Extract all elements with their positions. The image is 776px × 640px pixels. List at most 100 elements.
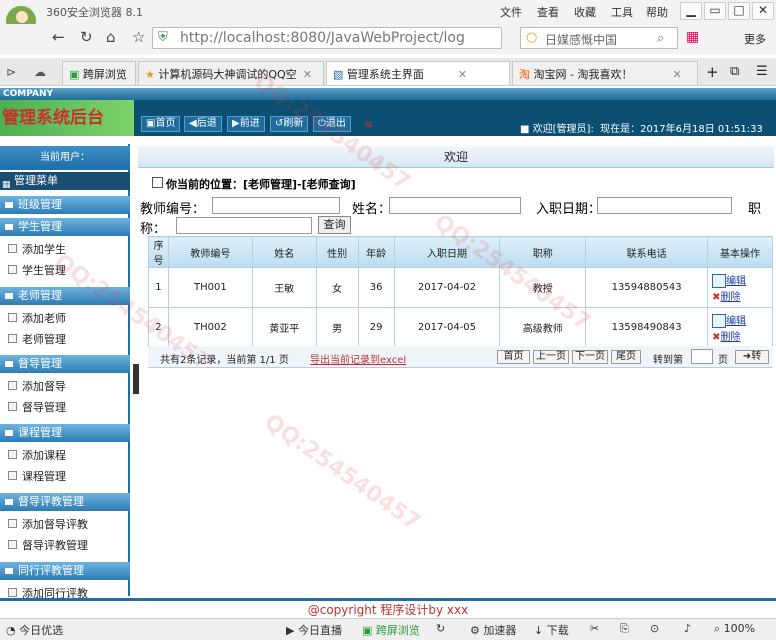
- go-button[interactable]: ➜转: [735, 350, 769, 364]
- delete-link[interactable]: 删除: [720, 292, 740, 303]
- cell: 29: [357, 307, 395, 348]
- pin-icon[interactable]: ⊙: [650, 622, 659, 635]
- first-page-button[interactable]: 首页: [497, 350, 530, 364]
- cross-screen-link[interactable]: ▣ 跨屏浏览: [362, 622, 420, 638]
- sidebar-item-teacher-manage[interactable]: 老师管理: [8, 331, 66, 347]
- screenshot-icon[interactable]: ✂: [590, 622, 599, 635]
- sidebar-item-add-supervisor-eval[interactable]: 添加督导评教: [8, 516, 88, 532]
- cell: 1: [148, 267, 169, 308]
- sidebar-item-student-manage[interactable]: 学生管理: [8, 262, 66, 278]
- home-button[interactable]: ▣首页: [141, 116, 181, 132]
- col-name: 姓名: [251, 236, 317, 268]
- sidebar-item-supervisor-eval-manage[interactable]: 督导评教管理: [8, 537, 88, 553]
- search-engine-icon[interactable]: ○: [526, 30, 537, 45]
- sound-icon[interactable]: ♪: [684, 622, 691, 635]
- browser-title: 360安全浏览器 8.1: [46, 6, 143, 19]
- table-row: 1 TH001 王敏 女 36 2017-04-02 教授 1359488054…: [148, 267, 773, 308]
- tab-cross-screen[interactable]: ▣ 跨屏浏览: [62, 61, 136, 85]
- daily-pick-link[interactable]: ◔ 今日优选: [6, 622, 63, 638]
- cell: 高级教师: [499, 307, 587, 348]
- sidebar-item-course-manage[interactable]: 课程管理: [8, 468, 66, 484]
- teacher-no-input[interactable]: [212, 197, 340, 214]
- logout-button[interactable]: ⏻退出: [313, 116, 351, 132]
- col-hire-date: 入职日期: [393, 236, 501, 268]
- sidebar-group-supervisor-eval[interactable]: 督导评教管理: [0, 493, 130, 511]
- page-number-input[interactable]: [691, 349, 713, 364]
- download-link[interactable]: ↓ 下载: [534, 622, 569, 638]
- search-icon[interactable]: ⌕: [657, 31, 664, 46]
- sidebar-item-supervisor-manage[interactable]: 督导管理: [8, 399, 66, 415]
- more-button[interactable]: 更多: [744, 31, 766, 47]
- table-header-row: 序号 教师编号 姓名 性别 年龄 入职日期 职称 联系电话 基本操作: [148, 236, 773, 268]
- reload-icon[interactable]: ↻: [80, 28, 93, 46]
- home-icon[interactable]: ⌂: [106, 28, 116, 46]
- tab-admin-main[interactable]: ▧ 管理系统主界面 ✕: [326, 61, 510, 85]
- col-gender: 性别: [315, 236, 359, 268]
- title-input[interactable]: [176, 217, 312, 234]
- cast-icon[interactable]: ⎘: [620, 622, 629, 636]
- zoom-level[interactable]: ⌕ 100%: [714, 622, 755, 636]
- query-button[interactable]: 查询: [318, 216, 351, 234]
- edit-link[interactable]: 编辑: [726, 276, 746, 287]
- back-icon[interactable]: ←: [52, 28, 65, 46]
- menu-favorites[interactable]: 收藏: [574, 4, 596, 20]
- tab-qq-space[interactable]: ★ 计算机源码大神调试的QQ空 ✕: [138, 61, 324, 85]
- sidebar-group-supervisor[interactable]: 督导管理: [0, 355, 130, 373]
- refresh-status-icon[interactable]: ↻: [436, 622, 445, 635]
- new-tab-icon[interactable]: +: [706, 63, 719, 81]
- teacher-no-label: 教师编号：: [140, 202, 206, 217]
- sidebar-group-peer-eval[interactable]: 同行评教管理: [0, 562, 130, 580]
- name-input[interactable]: [389, 197, 521, 214]
- next-page-button[interactable]: 下一页: [572, 350, 608, 364]
- sidebar-collapse-handle[interactable]: [133, 364, 139, 394]
- table-row: 2 TH002 黄亚平 男 29 2017-04-05 高级教师 1359849…: [148, 307, 773, 348]
- cell: 2017-04-05: [393, 307, 501, 348]
- export-excel-link[interactable]: 导出当前记录到excel: [310, 351, 406, 366]
- daily-live-link[interactable]: ▶ 今日直播: [286, 622, 342, 638]
- cloud-icon[interactable]: ☁: [34, 65, 46, 79]
- sidebar-item-add-student[interactable]: 添加学生: [8, 241, 66, 257]
- sidebar-group-student[interactable]: 学生管理: [0, 218, 130, 236]
- cell: 女: [315, 267, 359, 308]
- delete-link[interactable]: 删除: [720, 332, 740, 343]
- accelerator-link[interactable]: ⚙ 加速器: [470, 622, 516, 638]
- menu-tools[interactable]: 工具: [611, 4, 633, 20]
- sidebar-item-add-course[interactable]: 添加课程: [8, 447, 66, 463]
- restore-tab-icon[interactable]: ⧉: [730, 64, 739, 79]
- sidebar-group-teacher[interactable]: 老师管理: [0, 287, 130, 305]
- url-text[interactable]: http://localhost:8080/JavaWebProject/log…: [180, 30, 466, 46]
- tab-list-icon[interactable]: ☰: [756, 64, 768, 79]
- edit-link[interactable]: 编辑: [726, 316, 746, 327]
- welcome-text: ■ 欢迎[管理员]: 现在是：2017年6月18日 01:51:33: [520, 124, 763, 135]
- search-text[interactable]: 日媒感慨中国: [545, 31, 617, 48]
- current-user-bar: 当前用户：: [0, 146, 130, 170]
- menu-help[interactable]: 帮助: [646, 4, 668, 20]
- apps-icon[interactable]: ▦: [686, 29, 699, 45]
- hire-date-input[interactable]: [597, 197, 732, 214]
- cell: TH001: [167, 267, 253, 308]
- sidebar-group-class[interactable]: 班级管理: [0, 196, 130, 214]
- location-icon: [152, 177, 163, 188]
- restore-icon[interactable]: ▭: [704, 2, 726, 20]
- col-actions: 基本操作: [707, 236, 773, 268]
- sidebar-item-add-supervisor[interactable]: 添加督导: [8, 378, 66, 394]
- edit-icon[interactable]: [712, 274, 727, 288]
- star-icon[interactable]: ☆: [132, 28, 145, 46]
- refresh-button[interactable]: ↺刷新: [270, 116, 309, 132]
- last-page-button[interactable]: 尾页: [611, 350, 641, 364]
- cell: 王敏: [251, 267, 317, 308]
- forward-button[interactable]: ▶前进: [227, 116, 265, 132]
- menu-view[interactable]: 查看: [537, 4, 559, 20]
- sidebar-item-add-teacher[interactable]: 添加老师: [8, 310, 66, 326]
- close-window-icon[interactable]: ✕: [752, 2, 774, 20]
- tab-taobao[interactable]: 淘 淘宝网 - 淘我喜欢！ ✕: [512, 61, 698, 85]
- menu-file[interactable]: 文件: [500, 4, 522, 20]
- edit-icon[interactable]: [712, 314, 727, 328]
- prev-page-button[interactable]: 上一页: [533, 350, 569, 364]
- copyright-footer: @copyright 程序设计by xxx: [0, 598, 776, 618]
- back-button[interactable]: ◀后退: [184, 116, 222, 132]
- sidebar-toggle-icon[interactable]: ⊳: [6, 65, 16, 79]
- minimize-icon[interactable]: ▁: [680, 2, 702, 20]
- sidebar-group-course[interactable]: 课程管理: [0, 424, 130, 442]
- maximize-icon[interactable]: □: [728, 2, 750, 20]
